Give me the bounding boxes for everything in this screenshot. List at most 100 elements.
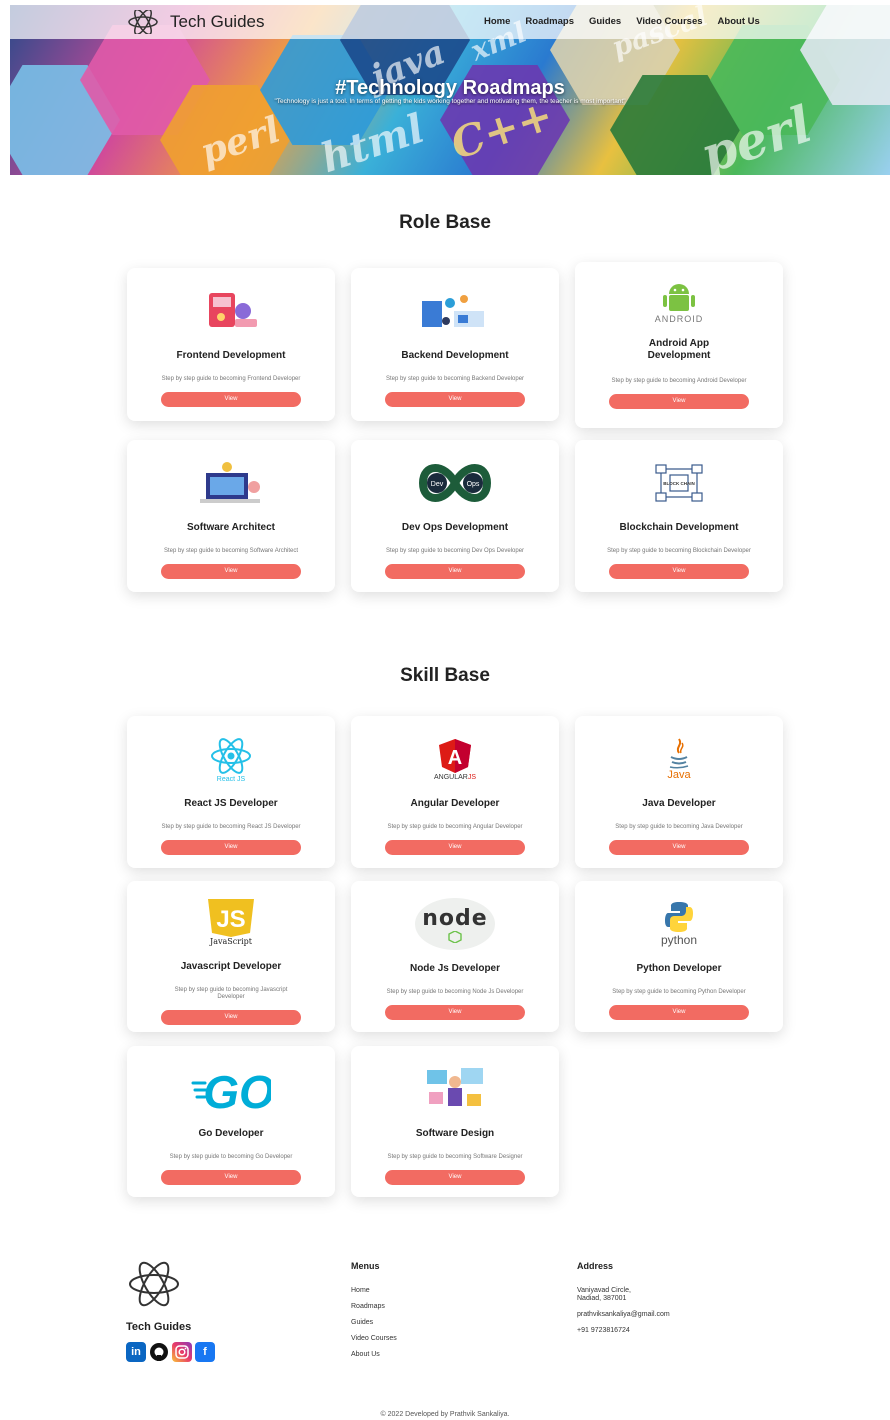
view-button[interactable]: View [609,564,749,579]
angular-wordmark: ANGULARJS [434,774,476,781]
blockchain-label: BLOCK CHAIN [663,481,695,486]
card-android: ANDROID Android App Development Step by … [575,262,783,428]
card-title: Software Architect [187,522,275,533]
js-shield-label: JS [216,906,245,933]
card-title: Java Developer [642,798,716,809]
angular-logo-icon: A ANGULARJS [351,728,559,790]
android-wordmark: ANDROID [654,314,704,324]
view-button[interactable]: View [161,840,301,855]
java-logo-icon: Java [575,728,783,790]
card-desc: Step by step guide to becoming Software … [387,1154,523,1160]
card-title: Android App Development [647,338,711,361]
frontend-illustration-icon [127,280,335,342]
card-desc: Step by step guide to becoming Backend D… [385,376,525,382]
card-react: React JS React JS Developer Step by step… [127,716,335,868]
javascript-logo-icon: JS JavaScript [127,891,335,953]
footer-address-line-2: Nadiad, 387001 [577,1295,627,1302]
card-desc: Step by step guide to becoming Frontend … [161,376,301,382]
card-title: Angular Developer [410,798,500,809]
blockchain-logo-icon: BLOCK CHAIN [575,452,783,514]
devops-label-ops: Ops [467,481,480,488]
card-desc: Step by step guide to becoming React JS … [161,824,301,830]
view-button[interactable]: View [161,1170,301,1185]
nav-guides[interactable]: Guides [589,16,621,27]
nav-roadmaps[interactable]: Roadmaps [525,16,574,27]
python-logo-icon: python [575,893,783,955]
view-button[interactable]: View [609,1005,749,1020]
react-wordmark: React JS [216,775,246,783]
card-go: GO Go Developer Step by step guide to be… [127,1046,335,1197]
card-title: Blockchain Development [619,522,739,533]
angular-wordmark-main: ANGULAR [433,773,468,781]
python-wordmark: python [660,933,698,947]
github-icon[interactable] [149,1342,169,1362]
footer-link-guides[interactable]: Guides [351,1319,373,1326]
card-title: Node Js Developer [409,963,501,974]
atom-logo-icon [128,10,158,34]
instagram-icon[interactable] [172,1342,192,1362]
hero-banner: perl html C++ perl java xml pascal Tech … [10,5,890,175]
footer-phone[interactable]: +91 9723816724 [577,1327,630,1335]
card-title: Frontend Development [176,350,286,361]
footer-address-line-1: Vaniyavad Circle, [577,1287,631,1294]
nodejs-logo-icon: node [351,893,559,955]
view-button[interactable]: View [609,840,749,855]
hero-quote: "Technology is just a tool. In terms of … [274,98,626,105]
card-title: Javascript Developer [180,961,282,972]
react-logo-icon: React JS [127,728,335,790]
card-python: python Python Developer Step by step gui… [575,881,783,1032]
brand-name: Tech Guides [170,12,265,31]
card-desc: Step by step guide to becoming Android D… [611,378,747,384]
linkedin-icon[interactable]: in [126,1342,146,1362]
view-button[interactable]: View [609,394,749,409]
card-desc: Step by step guide to becoming Software … [163,548,299,554]
nav-home[interactable]: Home [484,16,510,27]
facebook-icon[interactable]: f [195,1342,215,1362]
card-desc: Step by step guide to becoming Angular D… [387,824,523,830]
navbar: Tech Guides Home Roadmaps Guides Video C… [10,5,890,39]
software-design-illustration-icon [351,1058,559,1120]
backend-illustration-icon [351,280,559,342]
social-links: in f [126,1342,215,1362]
card-javascript: JS JavaScript Javascript Developer Step … [127,881,335,1032]
footer-link-about-us[interactable]: About Us [351,1351,380,1358]
nav-menu: Home Roadmaps Guides Video Courses About… [484,16,775,27]
card-title: Go Developer [198,1128,264,1139]
footer-email[interactable]: prathviksankaliya@gmail.com [577,1311,670,1319]
footer-link-home[interactable]: Home [351,1287,370,1294]
view-button[interactable]: View [385,1005,525,1020]
copyright: © 2022 Developed by Prathvik Sankaliya. [380,1411,510,1418]
devops-logo-icon: Dev Ops [351,452,559,514]
card-desc: Step by step guide to becoming Java Deve… [615,824,743,830]
footer-link-video-courses[interactable]: Video Courses [351,1335,397,1342]
view-button[interactable]: View [385,1170,525,1185]
card-nodejs: node Node Js Developer Step by step guid… [351,881,559,1032]
card-software-architect: Software Architect Step by step guide to… [127,440,335,592]
role-base-title: Role Base [399,212,491,233]
card-desc: Step by step guide to becoming Node Js D… [386,989,524,995]
node-wordmark: node [422,905,488,931]
view-button[interactable]: View [161,564,301,579]
architect-illustration-icon [127,452,335,514]
skill-base-title: Skill Base [400,665,490,686]
view-button[interactable]: View [385,840,525,855]
angular-wordmark-js: JS [467,773,476,781]
brand[interactable]: Tech Guides [126,10,265,34]
view-button[interactable]: View [385,564,525,579]
view-button[interactable]: View [385,392,525,407]
footer-brand: Tech Guides [126,1321,192,1333]
view-button[interactable]: View [161,1010,301,1025]
card-title: Software Design [415,1128,495,1139]
footer-link-roadmaps[interactable]: Roadmaps [351,1303,385,1310]
card-desc: Step by step guide to becoming Javascrip… [174,987,288,1000]
nav-about-us[interactable]: About Us [718,16,760,27]
card-title: Dev Ops Development [401,522,509,533]
nav-video-courses[interactable]: Video Courses [636,16,702,27]
java-wordmark: Java [667,769,691,781]
footer-address-title: Address [577,1261,614,1271]
view-button[interactable]: View [161,392,301,407]
card-angular: A ANGULARJS Angular Developer Step by st… [351,716,559,868]
card-desc: Step by step guide to becoming Python De… [612,989,746,995]
card-frontend: Frontend Development Step by step guide … [127,268,335,421]
footer-menus-title: Menus [351,1261,380,1271]
